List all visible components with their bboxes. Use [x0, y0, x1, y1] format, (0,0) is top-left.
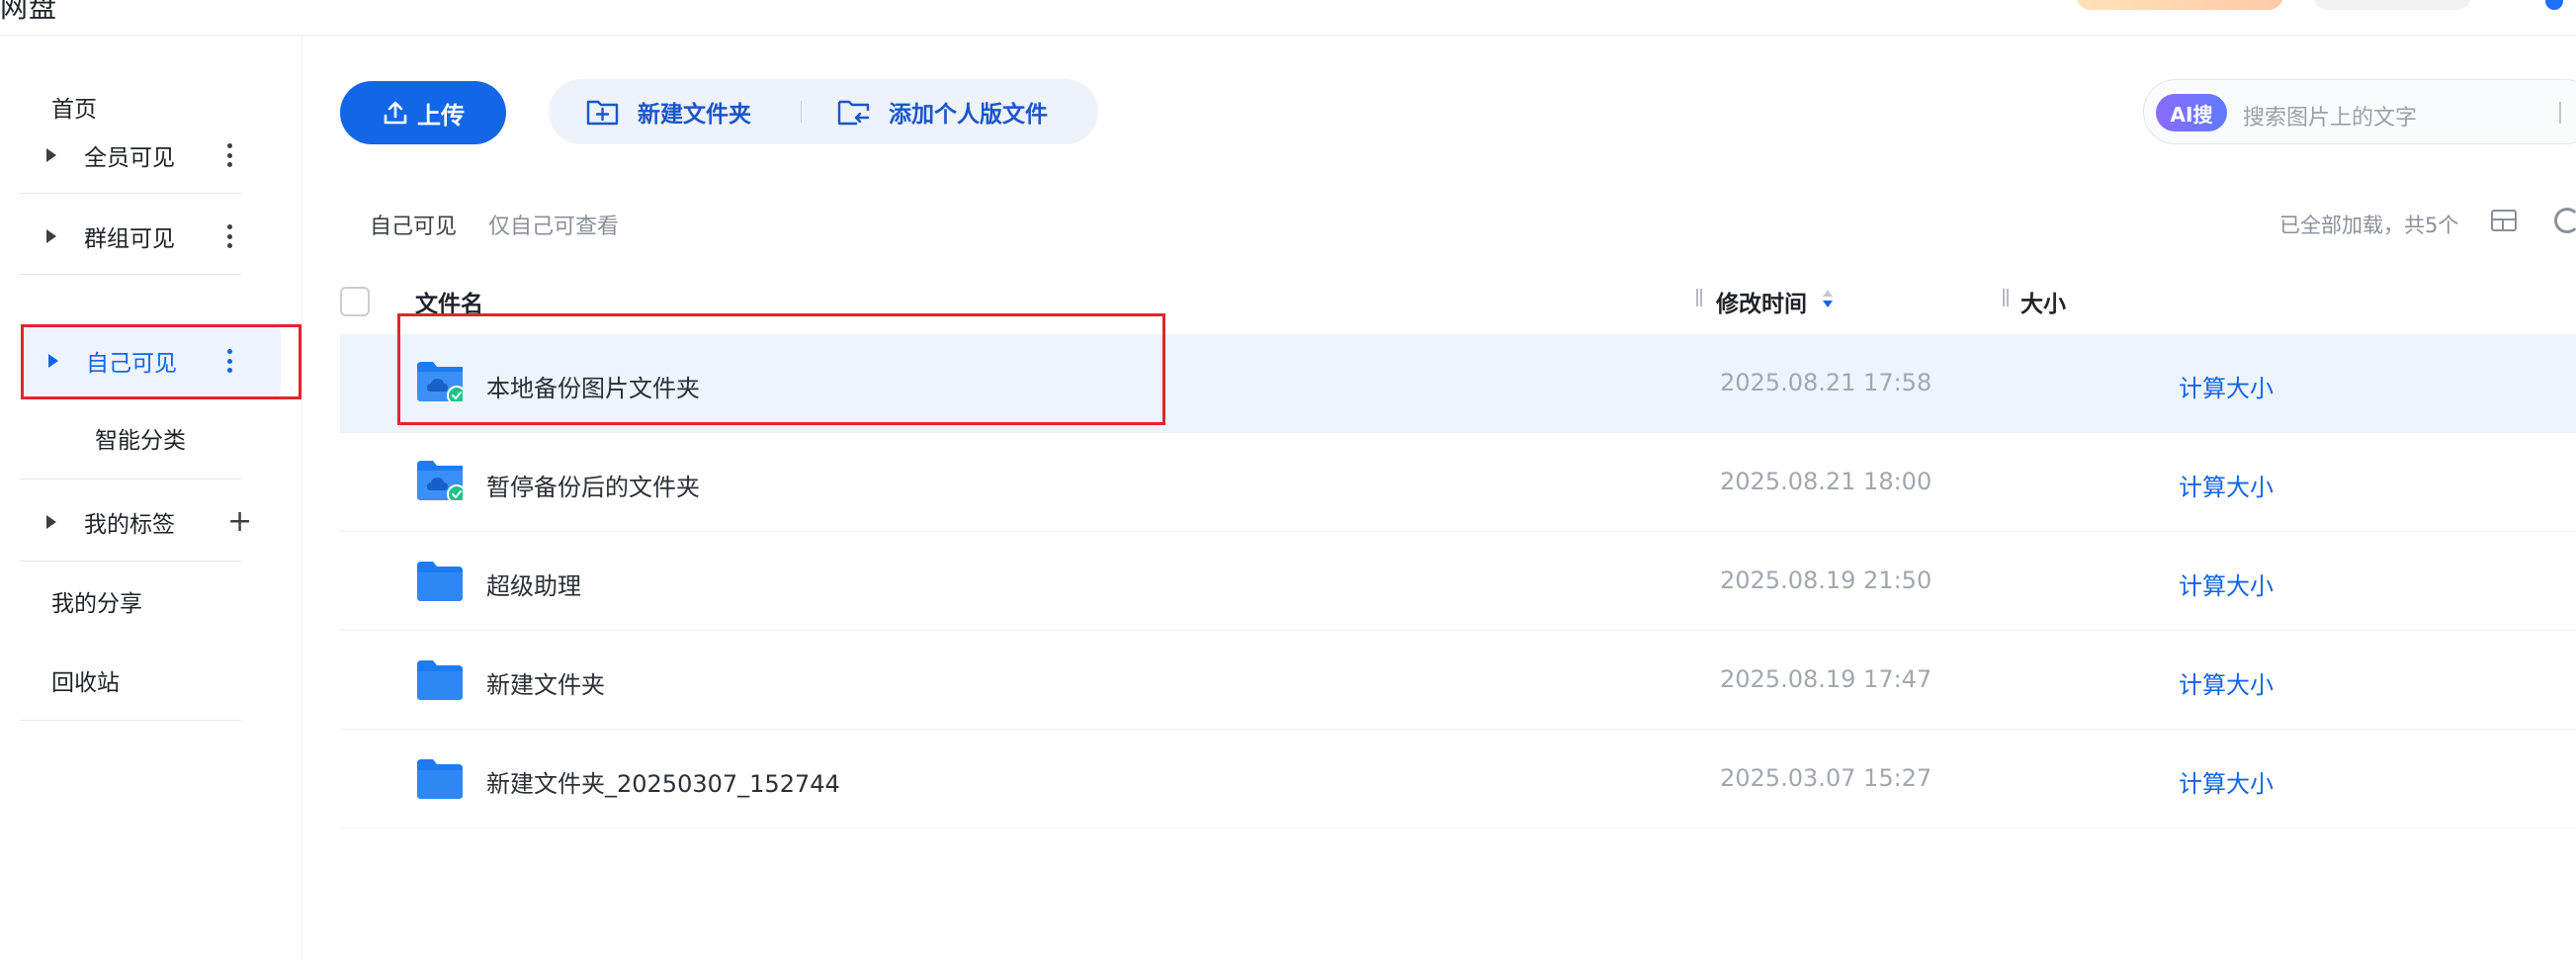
divider: [20, 274, 241, 275]
sidebar-item-recycle-bin[interactable]: 回收站: [20, 645, 282, 716]
breadcrumb-current: 自己可见: [370, 215, 458, 239]
add-personal-file-button[interactable]: 添加个人版文件: [837, 79, 1048, 144]
new-folder-button[interactable]: 新建文件夹: [586, 79, 751, 144]
sidebar-item-my-tags[interactable]: 我的标签 +: [20, 486, 282, 558]
highlight-box: [21, 324, 301, 399]
calculate-size-link[interactable]: 计算大小: [2179, 764, 2274, 799]
table-row[interactable]: 超级助理 2025.08.19 21:50 计算大小: [340, 532, 2576, 631]
add-personal-file-label: 添加个人版文件: [889, 102, 1048, 128]
modified-time: 2025.08.21 18:00: [1720, 468, 1932, 495]
more-vertical-icon[interactable]: [227, 143, 233, 167]
modified-time: 2025.08.19 21:50: [1720, 567, 1932, 594]
divider: [2559, 102, 2561, 124]
column-header-modified[interactable]: 修改时间: [1716, 285, 1807, 318]
sidebar: 首页 全员可见 群组可见 自己可见 智能分类 我的标签 + 我的分享 回收站: [0, 37, 302, 961]
sidebar-item-group[interactable]: 群组可见: [20, 201, 282, 272]
divider: [801, 101, 802, 123]
load-status: 已全部加载，共5个: [2279, 214, 2459, 237]
sidebar-item-label: 群组可见: [84, 226, 175, 252]
top-bar: 网盘: [0, 0, 2576, 36]
modified-time: 2025.08.19 17:47: [1720, 665, 1932, 693]
modified-time: 2025.03.07 15:27: [1720, 764, 1932, 792]
table-row[interactable]: 新建文件夹_20250307_152744 2025.03.07 15:27 计…: [340, 730, 2576, 829]
sidebar-item-label: 我的标签: [84, 512, 175, 538]
search-input[interactable]: AI搜 搜索图片上的文字: [2143, 79, 2576, 144]
breadcrumb-description: 仅自己可查看: [488, 215, 620, 239]
column-resize-handle[interactable]: [2003, 289, 2009, 306]
column-header-size[interactable]: 大小: [2020, 285, 2066, 318]
folder-icon: [417, 759, 463, 799]
table-row[interactable]: 新建文件夹 2025.08.19 17:47 计算大小: [340, 631, 2576, 730]
add-tag-icon[interactable]: +: [227, 507, 252, 537]
ai-search-badge[interactable]: AI搜: [2156, 94, 2227, 131]
sidebar-item-label: 全员可见: [84, 145, 175, 171]
upload-icon: [384, 101, 407, 125]
more-vertical-icon[interactable]: [227, 224, 233, 248]
column-resize-handle[interactable]: [1696, 289, 1702, 306]
import-file-icon: [837, 100, 870, 126]
folder-icon: [417, 562, 463, 601]
expand-triangle-icon[interactable]: [46, 515, 56, 529]
action-group: 新建文件夹 添加个人版文件: [549, 79, 1098, 144]
header-button[interactable]: [2313, 0, 2471, 10]
calculate-size-link[interactable]: 计算大小: [2179, 369, 2274, 403]
modified-time: 2025.08.21 17:58: [1720, 369, 1932, 396]
sidebar-item-label: 我的分享: [51, 591, 142, 617]
sidebar-item-smart-category[interactable]: 智能分类: [20, 402, 282, 474]
refresh-icon[interactable]: [2554, 208, 2576, 233]
file-name[interactable]: 超级助理: [486, 567, 581, 601]
select-all-checkbox[interactable]: [340, 287, 370, 316]
shield-icon[interactable]: [2545, 0, 2563, 10]
expand-triangle-icon[interactable]: [46, 229, 56, 243]
backup-folder-icon: [417, 461, 463, 500]
app-title: 网盘: [0, 0, 58, 24]
calculate-size-link[interactable]: 计算大小: [2179, 665, 2274, 700]
sidebar-item-label: 智能分类: [95, 428, 186, 454]
sort-icon[interactable]: [1821, 287, 1835, 310]
divider: [20, 479, 241, 480]
file-name[interactable]: 暂停备份后的文件夹: [486, 468, 700, 502]
file-name[interactable]: 新建文件夹_20250307_152744: [486, 764, 840, 799]
upload-button[interactable]: 上传: [340, 81, 506, 144]
new-folder-icon: [586, 100, 619, 126]
divider: [20, 561, 241, 562]
promo-button[interactable]: [2076, 0, 2283, 10]
sidebar-item-all-members[interactable]: 全员可见: [20, 120, 282, 191]
search-placeholder: 搜索图片上的文字: [2243, 106, 2418, 131]
divider: [20, 720, 241, 721]
new-folder-label: 新建文件夹: [638, 102, 751, 128]
divider: [20, 193, 241, 194]
file-name[interactable]: 新建文件夹: [486, 665, 605, 700]
sidebar-item-my-shares[interactable]: 我的分享: [20, 566, 282, 637]
expand-triangle-icon[interactable]: [46, 148, 56, 162]
sidebar-item-label: 首页: [51, 97, 97, 123]
table-row[interactable]: 暂停备份后的文件夹 2025.08.21 18:00 计算大小: [340, 433, 2576, 532]
highlight-box: [397, 313, 1165, 425]
grid-view-icon[interactable]: [2491, 210, 2517, 231]
calculate-size-link[interactable]: 计算大小: [2179, 468, 2274, 502]
calculate-size-link[interactable]: 计算大小: [2179, 567, 2274, 601]
folder-icon: [417, 660, 463, 700]
sidebar-item-label: 回收站: [51, 670, 120, 696]
upload-label: 上传: [417, 101, 465, 130]
